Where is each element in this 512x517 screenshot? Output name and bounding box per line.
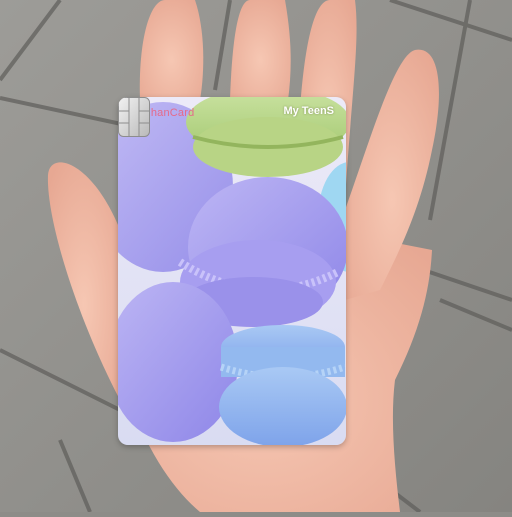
card-product-name: My TeenS — [283, 105, 334, 117]
macaron-artwork — [118, 97, 346, 445]
chip-icon — [118, 97, 150, 137]
credit-card: ShinhanCard My TeenS — [118, 97, 346, 445]
macaron-blue — [219, 325, 346, 445]
photo-scene: ShinhanCard My TeenS — [0, 0, 512, 514]
